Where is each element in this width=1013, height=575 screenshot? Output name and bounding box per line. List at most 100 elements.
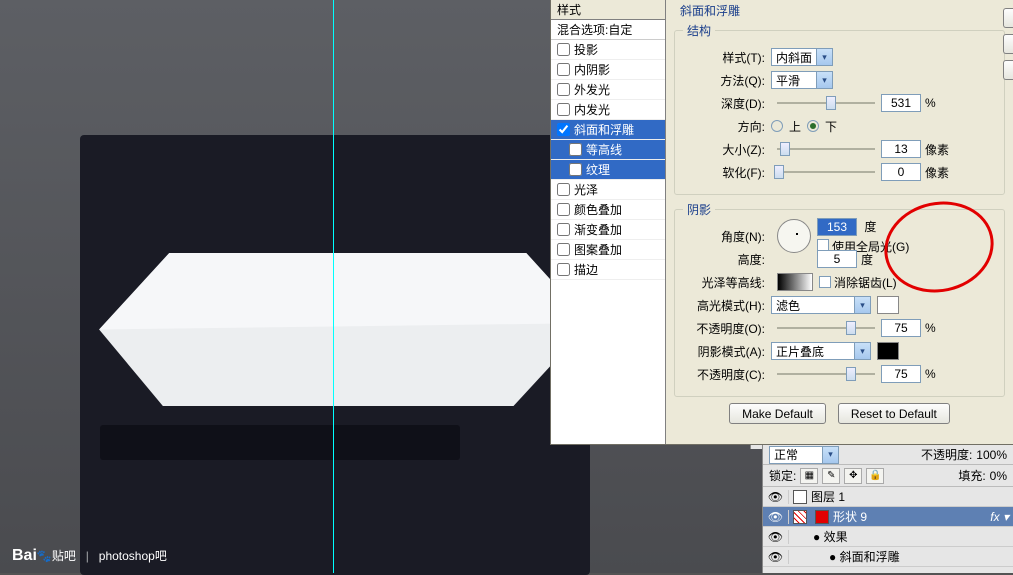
style-checkbox[interactable]: [557, 103, 570, 116]
layer-row[interactable]: 👁● 效果: [763, 527, 1013, 547]
style-list: 样式 混合选项:自定 投影内阴影外发光内发光斜面和浮雕等高线纹理光泽颜色叠加渐变…: [551, 0, 666, 444]
opacity-label: 不透明度:: [921, 446, 972, 463]
layer-row[interactable]: 👁形状 9fx ▾: [763, 507, 1013, 527]
style-checkbox[interactable]: [557, 43, 570, 56]
dialog-side-buttons: [1003, 8, 1013, 86]
structure-legend: 结构: [683, 22, 715, 39]
highlight-opacity-input[interactable]: [881, 319, 921, 337]
depth-input[interactable]: [881, 94, 921, 112]
highlight-color-swatch[interactable]: [877, 296, 899, 314]
visibility-icon[interactable]: 👁: [763, 530, 789, 544]
style-item[interactable]: 内发光: [551, 100, 665, 120]
paper-shape: [80, 135, 590, 575]
opacity-value[interactable]: 100%: [976, 448, 1007, 462]
chevron-down-icon: ▾: [816, 72, 832, 88]
style-checkbox[interactable]: [569, 143, 582, 156]
soften-slider[interactable]: [777, 164, 875, 180]
style-item[interactable]: 内阴影: [551, 60, 665, 80]
direction-label: 方向:: [683, 118, 765, 135]
style-checkbox[interactable]: [557, 183, 570, 196]
layer-thumb: [793, 490, 807, 504]
shading-legend: 阴影: [683, 201, 715, 218]
structure-group: 结构 样式(T): 内斜面▾ 方法(Q): 平滑▾ 深度(D): % 方向: 上…: [674, 22, 1005, 195]
style-dropdown[interactable]: 内斜面▾: [771, 48, 833, 66]
style-item[interactable]: 描边: [551, 260, 665, 280]
size-input[interactable]: [881, 140, 921, 158]
size-label: 大小(Z):: [683, 141, 765, 158]
style-list-title: 样式: [551, 0, 665, 20]
visibility-icon[interactable]: 👁: [763, 550, 789, 564]
method-label: 方法(Q):: [683, 72, 765, 89]
global-light-checkbox[interactable]: [817, 239, 829, 251]
gloss-contour-picker[interactable]: [777, 273, 813, 291]
style-item[interactable]: 外发光: [551, 80, 665, 100]
method-dropdown[interactable]: 平滑▾: [771, 71, 833, 89]
layer-row[interactable]: 👁 图层 1: [763, 487, 1013, 507]
style-checkbox[interactable]: [557, 83, 570, 96]
visibility-icon[interactable]: 👁: [763, 490, 789, 504]
style-item[interactable]: 斜面和浮雕: [551, 120, 665, 140]
blending-options-item[interactable]: 混合选项:自定: [551, 20, 665, 40]
shadow-opacity-label: 不透明度(C):: [683, 366, 765, 383]
highlight-opacity-slider[interactable]: [777, 320, 875, 336]
style-checkbox[interactable]: [557, 223, 570, 236]
layers-panel: 正常▾ 不透明度: 100% 锁定: ▦ ✎ ✥ 🔒 填充: 0% 👁图层 1👁…: [762, 445, 1013, 573]
panel-title: 斜面和浮雕: [674, 0, 1005, 22]
ok-button[interactable]: [1003, 8, 1013, 28]
style-item-label: 渐变叠加: [574, 220, 622, 240]
style-item[interactable]: 颜色叠加: [551, 200, 665, 220]
direction-up-radio[interactable]: [771, 120, 783, 132]
angle-label: 角度(N):: [683, 228, 765, 245]
shadow-opacity-slider[interactable]: [777, 366, 875, 382]
style-item[interactable]: 投影: [551, 40, 665, 60]
angle-dial[interactable]: [777, 219, 811, 253]
style-item[interactable]: 渐变叠加: [551, 220, 665, 240]
shadow-color-swatch[interactable]: [877, 342, 899, 360]
depth-slider[interactable]: [777, 95, 875, 111]
style-checkbox[interactable]: [557, 263, 570, 276]
direction-down-radio[interactable]: [807, 120, 819, 132]
style-item-label: 描边: [574, 260, 598, 280]
chevron-down-icon: ▾: [854, 297, 870, 313]
new-style-button[interactable]: [1003, 60, 1013, 80]
make-default-button[interactable]: Make Default: [729, 403, 826, 424]
style-item[interactable]: 纹理: [551, 160, 665, 180]
shadow-mode-dropdown[interactable]: 正片叠底▾: [771, 342, 871, 360]
angle-input[interactable]: [817, 218, 857, 236]
style-checkbox[interactable]: [557, 123, 570, 136]
style-item[interactable]: 光泽: [551, 180, 665, 200]
visibility-icon[interactable]: 👁: [763, 510, 789, 524]
soften-input[interactable]: [881, 163, 921, 181]
size-unit: 像素: [925, 141, 949, 158]
cancel-button[interactable]: [1003, 34, 1013, 54]
soften-unit: 像素: [925, 164, 949, 181]
shadow-opacity-input[interactable]: [881, 365, 921, 383]
fill-value[interactable]: 0%: [990, 469, 1007, 483]
style-item-label: 颜色叠加: [574, 200, 622, 220]
guide-line: [333, 0, 334, 573]
reset-default-button[interactable]: Reset to Default: [838, 403, 950, 424]
style-checkbox[interactable]: [557, 203, 570, 216]
style-checkbox[interactable]: [557, 63, 570, 76]
altitude-input[interactable]: [817, 250, 857, 268]
style-item-label: 等高线: [586, 140, 622, 160]
chevron-down-icon: ▾: [822, 447, 838, 463]
lock-paint-icon[interactable]: ✎: [822, 468, 840, 484]
highlight-mode-dropdown[interactable]: 滤色▾: [771, 296, 871, 314]
style-item[interactable]: 图案叠加: [551, 240, 665, 260]
antialias-checkbox[interactable]: [819, 276, 831, 288]
printer-slot: [100, 425, 460, 460]
style-item[interactable]: 等高线: [551, 140, 665, 160]
lock-all-icon[interactable]: 🔒: [866, 468, 884, 484]
style-item-label: 内发光: [574, 100, 610, 120]
style-checkbox[interactable]: [557, 243, 570, 256]
lock-transparent-icon[interactable]: ▦: [800, 468, 818, 484]
size-slider[interactable]: [777, 141, 875, 157]
lock-position-icon[interactable]: ✥: [844, 468, 862, 484]
fx-icon[interactable]: fx ▾: [990, 510, 1009, 524]
style-checkbox[interactable]: [569, 163, 582, 176]
layer-row[interactable]: 👁● 斜面和浮雕: [763, 547, 1013, 567]
blend-mode-dropdown[interactable]: 正常▾: [769, 446, 839, 464]
style-item-label: 内阴影: [574, 60, 610, 80]
layer-label: 图层 1: [811, 488, 845, 505]
